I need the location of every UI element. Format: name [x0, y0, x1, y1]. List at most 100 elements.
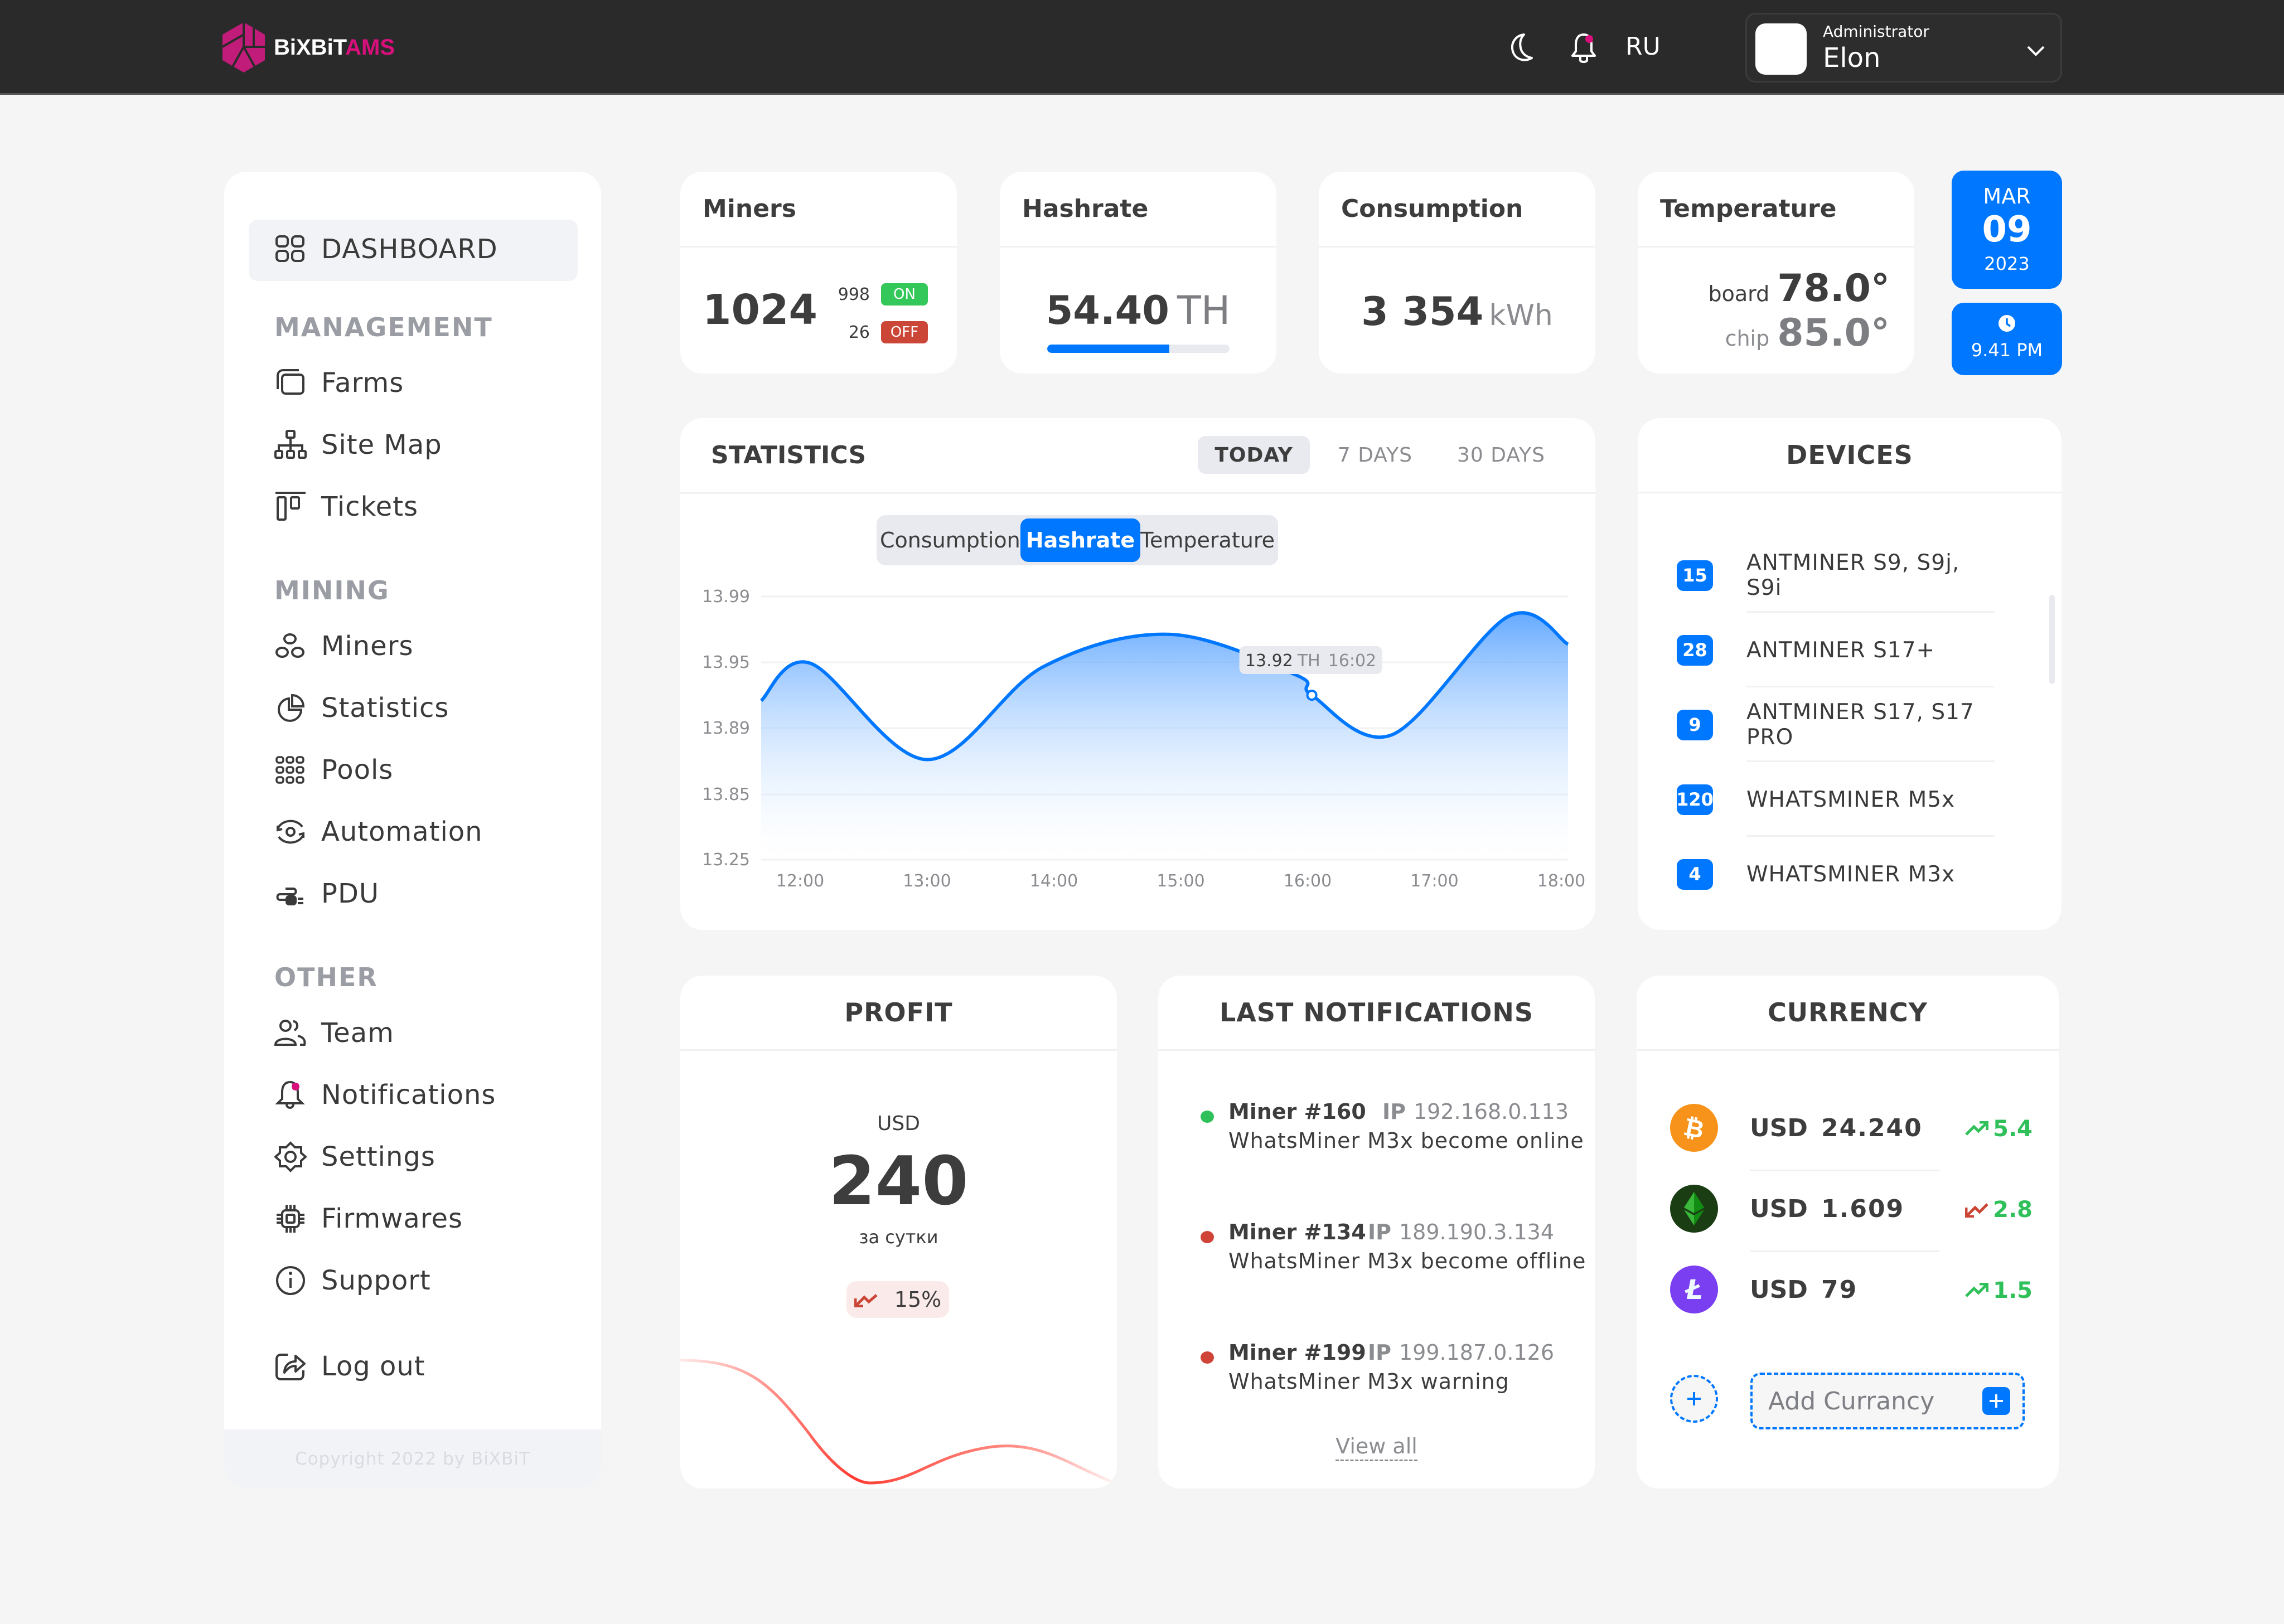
- sidebar-item-statistics[interactable]: Statistics: [274, 692, 449, 724]
- info-icon: [276, 1266, 305, 1295]
- devices-title: DEVICES: [1638, 418, 2062, 493]
- add-currency-input[interactable]: Add Currancy: [1750, 1373, 2025, 1429]
- tooltip-unit: TH: [1297, 651, 1320, 671]
- sidebar-item-label: Automation: [321, 816, 483, 847]
- profit-sparkline-path: [680, 1359, 1116, 1485]
- consumption-card[interactable]: Consumption 3 354 kWh: [1319, 172, 1595, 374]
- device-name: ANTMINER S17, S17 PRO: [1746, 700, 1975, 750]
- device-name: WHATSMINER M5x: [1746, 787, 1956, 812]
- currency-row[interactable]: ₿ USD 24.240 5.4: [1670, 1104, 2033, 1154]
- sidebar-item-notifications[interactable]: Notifications: [274, 1079, 496, 1111]
- device-row[interactable]: 15 ANTMINER S9, S9j, S9i: [1677, 538, 1995, 613]
- view-all-link[interactable]: View all: [1158, 1434, 1595, 1461]
- sidebar-item-label: Farms: [321, 367, 404, 399]
- add-currency-placeholder: Add Currancy: [1768, 1387, 1935, 1415]
- sidebar-item-label: DASHBOARD: [321, 234, 498, 265]
- sidebar-item-pools[interactable]: Pools: [274, 754, 393, 786]
- ethereum-classic-icon: [1670, 1185, 1718, 1233]
- tab-7-days[interactable]: 7 DAYS: [1321, 436, 1429, 474]
- section-mining: MINING: [274, 575, 390, 605]
- chart-y-tick: 13.85: [702, 785, 750, 804]
- device-row[interactable]: 120 WHATSMINER M5x: [1676, 762, 1995, 837]
- profit-value: 240: [829, 1143, 969, 1220]
- currency-row[interactable]: Ł USD 79 1.5: [1670, 1266, 2033, 1316]
- add-currency-button[interactable]: [1982, 1387, 2010, 1415]
- pdu-plug-icon: [276, 888, 303, 905]
- sidebar-item-site-map[interactable]: Site Map: [274, 429, 442, 461]
- team-icon: [274, 1020, 306, 1046]
- chevron-down-icon[interactable]: [2025, 39, 2047, 61]
- device-count-badge: 15: [1677, 560, 1713, 591]
- currency-change-value: 5.4: [1993, 1116, 2033, 1142]
- dashboard-grid-icon: [275, 235, 304, 262]
- sidebar-item-label: Team: [321, 1017, 394, 1049]
- device-name: ANTMINER S9, S9j, S9i: [1746, 550, 1960, 600]
- chart-x-tick: 18:00: [1537, 871, 1585, 891]
- add-currency-circle-button[interactable]: [1670, 1375, 1718, 1423]
- notification-message: WhatsMiner M3x warning: [1228, 1369, 1509, 1394]
- chart-highlight-point[interactable]: [1306, 690, 1318, 701]
- chart-y-tick: 13.25: [702, 850, 750, 870]
- theme-toggle-moon-icon[interactable]: [1507, 31, 1538, 65]
- sidebar-item-label: Statistics: [321, 692, 449, 724]
- sidebar-item-automation[interactable]: Automation: [274, 816, 483, 848]
- sidebar-item-pdu[interactable]: PDU: [274, 878, 379, 910]
- litecoin-icon: Ł: [1670, 1266, 1718, 1313]
- tab-hashrate[interactable]: Hashrate: [1020, 518, 1141, 562]
- notifications-bell-icon[interactable]: [1568, 31, 1599, 65]
- hashrate-progress-fill: [1047, 345, 1170, 353]
- sidebar-item-settings[interactable]: Settings: [274, 1141, 435, 1173]
- pools-icon: [275, 756, 304, 784]
- trend-up-icon: [1965, 1121, 1989, 1136]
- language-switcher[interactable]: RU: [1625, 32, 1661, 61]
- divider: [1750, 1250, 1939, 1252]
- status-badge-off: OFF: [881, 321, 928, 343]
- ip-label: IP: [1368, 1220, 1391, 1244]
- miners-on-count: 998: [838, 284, 870, 304]
- tab-temperature[interactable]: Temperature: [1140, 518, 1275, 562]
- currency-card: CURRENCY ₿ USD 24.240 5.4 USD 1.609 2.8 Ł USD 79 1…: [1637, 976, 2059, 1489]
- view-all-label[interactable]: View all: [1335, 1434, 1417, 1461]
- logout-button[interactable]: Log out: [274, 1350, 425, 1383]
- currency-value: 79: [1821, 1276, 1858, 1304]
- tab-consumption[interactable]: Consumption: [880, 518, 1020, 562]
- hashrate-number: 54.40: [1046, 288, 1169, 333]
- chart-y-tick: 13.95: [702, 653, 750, 672]
- sidebar-item-label: PDU: [321, 878, 380, 909]
- device-row[interactable]: 4 WHATSMINER M3x: [1677, 837, 1995, 912]
- tab-today[interactable]: TODAY: [1198, 436, 1310, 474]
- sidebar-item-team[interactable]: Team: [274, 1017, 394, 1049]
- currency-change: 2.8: [1965, 1197, 2033, 1223]
- sidebar-item-label: Notifications: [321, 1079, 496, 1111]
- consumption-card-title: Consumption: [1319, 172, 1595, 248]
- profit-title: PROFIT: [680, 976, 1117, 1051]
- hashrate-card[interactable]: Hashrate 54.40 TH: [1000, 172, 1276, 374]
- device-count-badge: 28: [1677, 634, 1713, 666]
- status-badge-on: ON: [881, 283, 928, 306]
- currency-value: 24.240: [1821, 1114, 1923, 1142]
- date-year: 2023: [1984, 253, 2030, 274]
- devices-scrollbar[interactable]: [2049, 595, 2055, 684]
- sidebar-item-support[interactable]: Support: [274, 1264, 431, 1297]
- sidebar-item-tickets[interactable]: Tickets: [274, 491, 418, 523]
- date-month: MAR: [1983, 184, 2031, 209]
- currency-row[interactable]: USD 1.609 2.8: [1670, 1185, 2033, 1235]
- user-name: Elon: [1823, 42, 1881, 74]
- user-menu[interactable]: Administrator Elon: [1745, 13, 2062, 83]
- ip-label: IP: [1368, 1340, 1391, 1365]
- sidebar-item-miners[interactable]: Miners: [274, 630, 413, 662]
- device-row[interactable]: 9 ANTMINER S17, S17 PRO: [1677, 687, 1995, 762]
- brand-logo[interactable]: BiXBiTAMS: [220, 21, 395, 74]
- sidebar-item-dashboard[interactable]: DASHBOARD: [274, 233, 498, 265]
- hashrate-progress-bar: [1047, 345, 1230, 353]
- tab-30-days[interactable]: 30 DAYS: [1440, 436, 1562, 474]
- device-row[interactable]: 28 ANTMINER S17+: [1677, 613, 1995, 687]
- trend-up-icon: [1965, 1283, 1989, 1297]
- sidebar-item-firmwares[interactable]: Firmwares: [274, 1203, 463, 1235]
- avatar: [1755, 23, 1807, 75]
- temperature-card[interactable]: Temperature board 78.0° chip 85.0°: [1638, 172, 1914, 374]
- sidebar-item-farms[interactable]: Farms: [274, 367, 404, 399]
- currency-code: USD: [1750, 1114, 1808, 1142]
- miners-card[interactable]: Miners 1024 998 ON 26 OFF: [680, 172, 957, 374]
- temperature-card-title: Temperature: [1638, 172, 1914, 248]
